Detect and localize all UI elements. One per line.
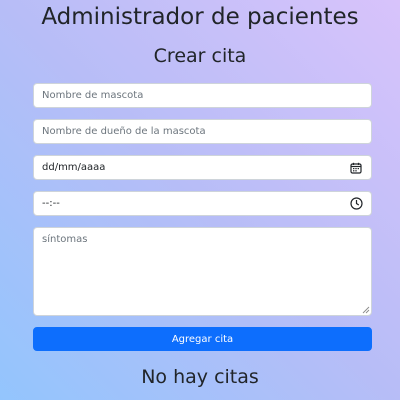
pet-name-input[interactable]	[42, 90, 363, 101]
date-value[interactable]: dd/mm/aaaa	[42, 162, 349, 173]
owner-name-field[interactable]	[33, 119, 372, 144]
symptoms-textarea[interactable]	[34, 228, 371, 315]
form-title: Crear cita	[153, 45, 247, 67]
page-title: Administrador de pacientes	[41, 4, 359, 30]
pet-name-field[interactable]	[33, 83, 372, 108]
symptoms-field[interactable]	[33, 227, 372, 316]
date-field[interactable]: dd/mm/aaaa	[33, 155, 372, 180]
owner-name-input[interactable]	[42, 126, 363, 137]
calendar-icon[interactable]	[349, 161, 363, 175]
time-field[interactable]: --:--	[33, 191, 372, 216]
resize-handle-icon[interactable]	[362, 306, 370, 314]
clock-icon[interactable]	[349, 197, 363, 211]
add-appointment-button[interactable]: Agregar cita	[33, 327, 372, 351]
time-value[interactable]: --:--	[42, 198, 349, 209]
empty-appointments-message: No hay citas	[141, 366, 259, 388]
